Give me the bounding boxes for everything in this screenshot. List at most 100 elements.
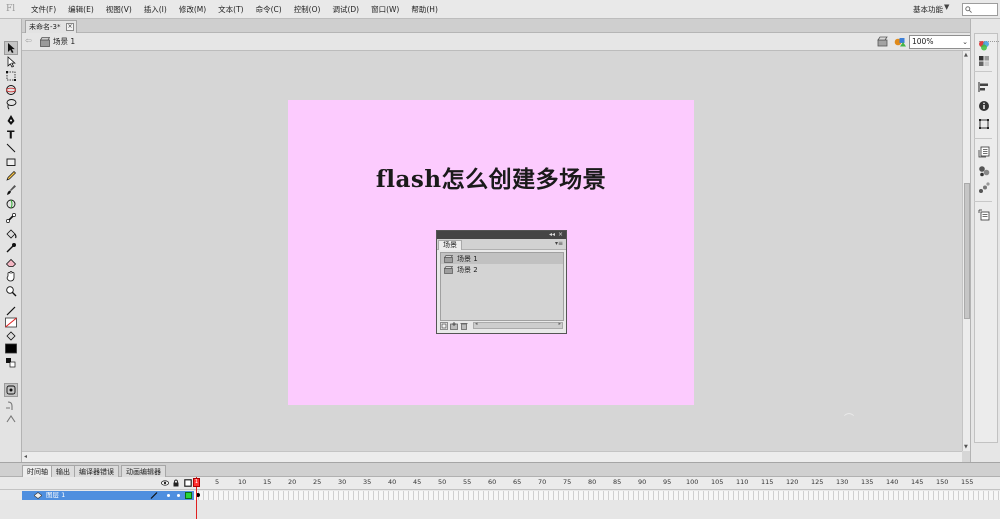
zoom-select[interactable]: 100% ⌄ — [909, 35, 971, 49]
visibility-dot[interactable] — [167, 494, 170, 497]
stage-title-text[interactable]: flash怎么创建多场景 — [288, 160, 694, 194]
back-arrow-icon[interactable]: ⇦ — [25, 36, 32, 45]
close-icon[interactable]: × — [558, 231, 563, 239]
lasso-tool-button[interactable] — [5, 98, 17, 110]
scroll-down-icon[interactable]: ▼ — [964, 444, 968, 450]
eraser-tool-button[interactable] — [5, 256, 17, 268]
snap-to-objects-button[interactable] — [5, 399, 17, 411]
chevron-down-icon[interactable]: ▼ — [944, 3, 949, 11]
hand-tool-icon — [6, 271, 15, 282]
lock-icon[interactable] — [172, 479, 180, 487]
menu-modify[interactable]: 修改(M) — [173, 0, 212, 19]
line-tool-button[interactable] — [5, 142, 17, 154]
frame-ruler[interactable]: 5 10 15 20 25 30 35 40 45 50 55 60 65 70 75 80 85 90 95 100… — [194, 477, 1000, 490]
playhead[interactable]: 1 — [193, 477, 200, 519]
color-panel-button[interactable] — [978, 39, 990, 51]
document-tab-title: 未命名-3* — [29, 23, 61, 31]
transform-panel-button[interactable] — [978, 118, 990, 130]
smooth-button[interactable] — [5, 413, 17, 425]
brush-tool-button[interactable] — [5, 184, 17, 196]
vertical-scrollbar[interactable]: ▲ ▼ — [962, 51, 970, 451]
fill-color-swatch-icon — [5, 343, 17, 354]
edit-symbol-icon[interactable] — [894, 36, 906, 47]
scroll-right-icon[interactable]: ▸ — [558, 321, 561, 327]
text-tool-button[interactable]: T — [5, 128, 17, 141]
outline-icon[interactable] — [184, 479, 192, 487]
3d-rotation-tool-icon — [6, 85, 16, 95]
add-scene-icon[interactable] — [450, 322, 458, 330]
menu-text[interactable]: 文本(T) — [212, 0, 249, 19]
menu-debug[interactable]: 调试(D) — [326, 0, 365, 19]
scene-list-item[interactable]: 场景 1 — [441, 253, 563, 264]
scroll-left-icon[interactable]: ◂ — [475, 321, 478, 327]
pen-tool-button[interactable] — [5, 114, 17, 126]
subselection-tool-button[interactable] — [5, 56, 17, 68]
layer-name[interactable]: 图层 1 — [46, 491, 65, 500]
document-tab[interactable]: 未命名-3* × — [25, 20, 77, 33]
align-panel-button[interactable] — [978, 81, 990, 93]
frame-number-label: 95 — [663, 478, 672, 486]
outline-color-swatch[interactable] — [185, 492, 192, 499]
eye-icon[interactable] — [161, 479, 169, 487]
code-snippets-panel-button[interactable] — [978, 165, 990, 177]
smooth-icon — [6, 415, 16, 423]
menu-commands[interactable]: 命令(C) — [250, 0, 288, 19]
menu-window[interactable]: 窗口(W) — [365, 0, 405, 19]
frame-number-label: 145 — [911, 478, 924, 486]
scroll-up-icon[interactable]: ▲ — [964, 52, 968, 58]
3d-rotation-tool-button[interactable] — [5, 84, 17, 96]
eyedropper-tool-button[interactable] — [5, 242, 17, 254]
brush-tool-icon — [7, 185, 16, 195]
hand-tool-button[interactable] — [5, 270, 17, 282]
stroke-color-swatch[interactable] — [5, 317, 17, 329]
panel-menu-icon[interactable]: ▾≡ — [555, 240, 563, 247]
paint-bucket-tool-button[interactable] — [5, 228, 17, 240]
workspace-switcher[interactable]: 基本功能 — [913, 3, 943, 16]
collapse-icon[interactable]: ◂◂ — [549, 231, 555, 239]
menu-control[interactable]: 控制(O) — [288, 0, 327, 19]
stage[interactable]: flash怎么创建多场景 ◂◂ × 场景 ▾≡ 场景 1 场景 2 ◂ ▸ — [288, 100, 694, 405]
scene-list-item[interactable]: 场景 2 — [441, 264, 563, 275]
breadcrumb-scene[interactable]: 场景 1 — [53, 33, 75, 51]
duplicate-scene-icon[interactable] — [440, 322, 448, 330]
horizontal-scrollbar[interactable]: ◂ — [22, 451, 962, 462]
menu-help[interactable]: 帮助(H) — [405, 0, 444, 19]
rectangle-tool-button[interactable] — [5, 156, 17, 168]
playhead-frame[interactable]: 1 — [193, 478, 200, 487]
info-panel-button[interactable] — [978, 100, 990, 112]
deco-tool-button[interactable] — [5, 198, 17, 210]
delete-scene-icon[interactable] — [460, 322, 468, 330]
swatches-panel-button[interactable] — [978, 55, 990, 67]
tab-scene[interactable]: 场景 — [438, 240, 462, 250]
menu-insert[interactable]: 插入(I) — [138, 0, 173, 19]
horizontal-scrollbar[interactable]: ◂ ▸ — [473, 321, 563, 329]
menu-edit[interactable]: 编辑(E) — [62, 0, 100, 19]
motion-presets-panel-button[interactable] — [978, 209, 990, 221]
object-drawing-button[interactable] — [4, 383, 18, 397]
fill-color-button[interactable] — [5, 330, 17, 342]
close-icon[interactable]: × — [66, 23, 74, 31]
history-panel-button[interactable] — [978, 146, 990, 158]
components-panel-button[interactable] — [978, 182, 990, 194]
bottom-panel-tabs: 时间轴 输出 编译器错误 动画编辑器 — [0, 462, 1000, 478]
layer-row[interactable]: 图层 1 — [22, 491, 194, 500]
scroll-left-icon[interactable]: ◂ — [24, 452, 27, 462]
zoom-tool-button[interactable] — [5, 285, 17, 297]
menu-file[interactable]: 文件(F) — [25, 0, 62, 19]
frame-number-label: 55 — [463, 478, 472, 486]
menu-view[interactable]: 视图(V) — [100, 0, 138, 19]
frames-area[interactable] — [194, 491, 1000, 500]
default-colors-button[interactable] — [5, 357, 17, 369]
pencil-tool-button[interactable] — [5, 170, 17, 182]
stroke-color-button[interactable] — [5, 305, 17, 317]
help-search-input[interactable] — [962, 3, 998, 16]
frame-number-label: 105 — [711, 478, 724, 486]
bone-tool-button[interactable] — [5, 212, 17, 224]
scene-icon — [444, 254, 453, 263]
edit-scene-icon[interactable] — [877, 36, 888, 47]
panel-title-bar[interactable]: ◂◂ × — [437, 231, 566, 239]
selection-tool-button[interactable] — [4, 41, 18, 55]
free-transform-tool-button[interactable] — [5, 70, 17, 82]
fill-color-swatch[interactable] — [5, 343, 17, 355]
lock-dot[interactable] — [177, 494, 180, 497]
